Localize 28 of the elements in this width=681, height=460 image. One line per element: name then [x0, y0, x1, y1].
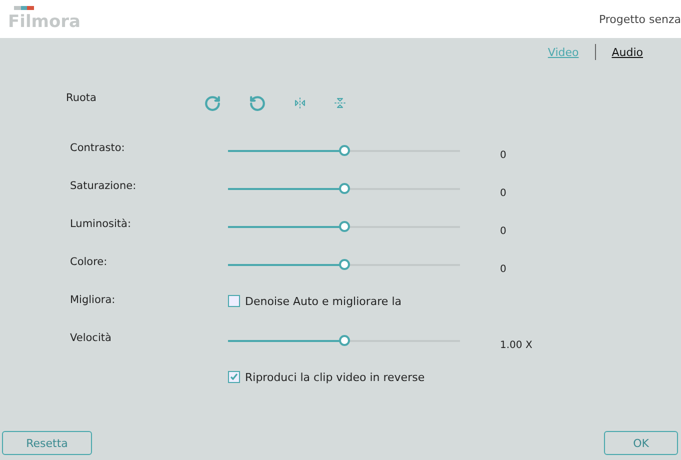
adjustment-label: Velocità: [70, 332, 112, 346]
adjustment-label: Migliora:: [70, 294, 116, 308]
adjustment-label: Colore:: [70, 256, 108, 270]
logo: Filmora: [8, 12, 81, 32]
flip-horizontal-icon[interactable]: [294, 97, 306, 109]
flip-vertical-icon[interactable]: [334, 97, 346, 109]
rotate-label: Ruota: [66, 92, 98, 106]
adjustment-label: Saturazione:: [70, 180, 138, 194]
rotate-left-icon[interactable]: [249, 94, 266, 112]
slider-thumb[interactable]: [339, 145, 350, 156]
project-title: Progetto senza: [598, 12, 681, 26]
slider-thumb[interactable]: [339, 221, 350, 232]
slider-value: 0: [500, 264, 508, 277]
tab[interactable]: Audio: [596, 46, 659, 58]
slider-thumb[interactable]: [339, 183, 350, 194]
slider-value: 1.00 X: [500, 340, 534, 353]
adjustment-label: Luminosità:: [70, 218, 132, 232]
slider-value: 0: [500, 150, 508, 163]
checkbox[interactable]: Riproduci la clip video in reverse: [228, 370, 460, 384]
check-icon: [230, 373, 238, 381]
slider-thumb[interactable]: [339, 335, 350, 346]
adjustment-label: Contrasto:: [70, 142, 126, 156]
slider-value: 0: [500, 226, 508, 239]
slider-value: 0: [500, 188, 508, 201]
slider-thumb[interactable]: [339, 259, 350, 270]
rotate-right-icon[interactable]: [204, 94, 221, 112]
checkbox[interactable]: Denoise Auto e migliorare la: [228, 294, 460, 308]
logo-bars-icon: [14, 6, 34, 10]
